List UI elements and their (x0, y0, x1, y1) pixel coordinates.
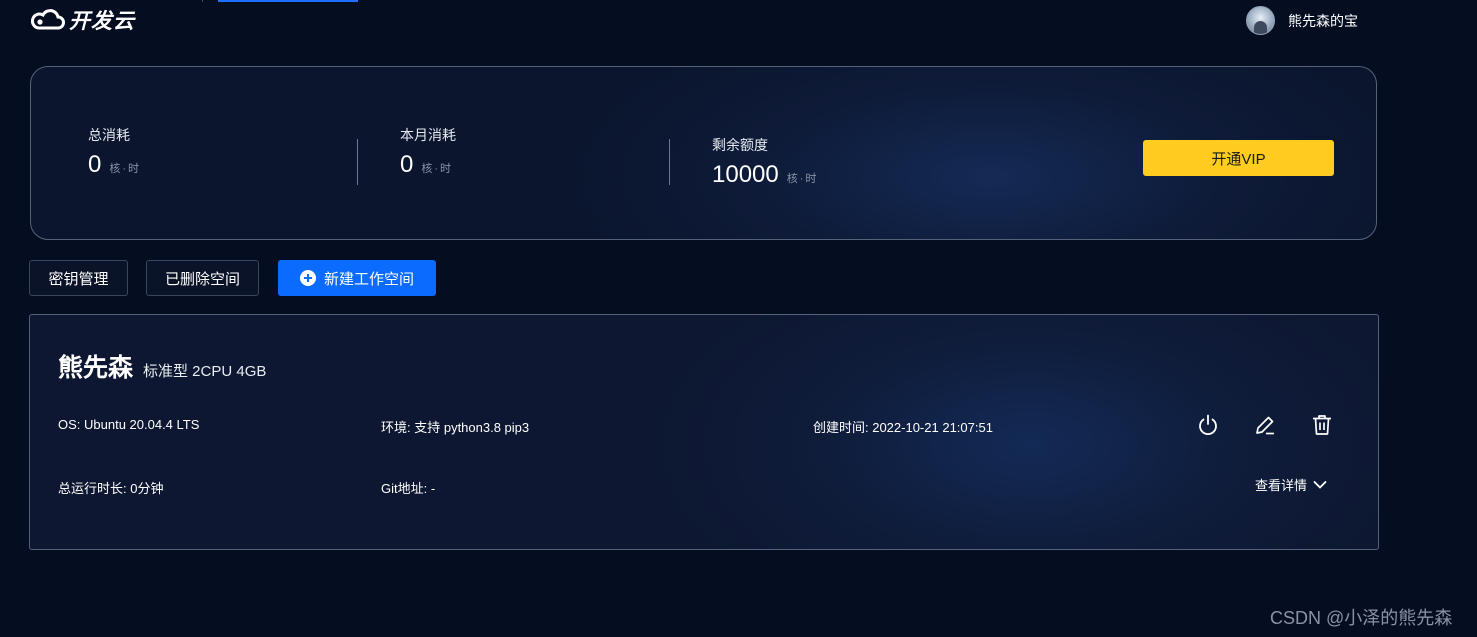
open-vip-button[interactable]: 开通VIP (1143, 140, 1334, 176)
stat-month-value: 0 (400, 151, 414, 178)
page: 开发云 熊先森的宝 总消耗 0 核·时 本月消耗 0 核·时 剩余额度 1000… (0, 0, 1477, 637)
stat-total: 总消耗 0 核·时 (88, 125, 141, 179)
top-divider (202, 0, 203, 2)
stat-total-value: 0 (88, 151, 102, 178)
view-details-link[interactable]: 查看详情 (1255, 475, 1327, 494)
edit-icon[interactable] (1253, 413, 1277, 437)
stat-remaining-value: 10000 (712, 161, 779, 188)
active-tab-indicator (218, 0, 358, 2)
logo-text: 开发云 (69, 9, 135, 33)
chevron-down-icon (1313, 480, 1327, 489)
plus-circle-icon (299, 270, 316, 286)
logo[interactable]: 开发云 (31, 6, 135, 34)
user-menu[interactable]: 熊先森的宝 (1246, 6, 1358, 35)
stat-remaining-label: 剩余额度 (712, 137, 768, 153)
stat-month: 本月消耗 0 核·时 (400, 125, 456, 179)
new-workspace-label: 新建工作空间 (323, 270, 414, 288)
workspace-runtime: 总运行时长: 0分钟 (58, 481, 164, 496)
workspace-spec: 标准型 2CPU 4GB (143, 363, 267, 380)
workspace-card: 熊先森 标准型 2CPU 4GB OS: Ubuntu 20.04.4 LTS … (29, 314, 1379, 550)
delete-icon[interactable] (1310, 413, 1334, 437)
scrollbar-gutter (1462, 0, 1477, 637)
stat-divider (357, 139, 358, 185)
stat-remaining-unit: 核·时 (786, 173, 819, 185)
user-name[interactable]: 熊先森的宝 (1288, 11, 1358, 31)
stat-total-label: 总消耗 (88, 127, 130, 143)
stat-month-unit: 核·时 (421, 163, 454, 175)
workspace-created: 创建时间: 2022-10-21 21:07:51 (813, 420, 993, 435)
stat-total-unit: 核·时 (109, 163, 142, 175)
stat-divider (669, 139, 670, 185)
avatar[interactable] (1246, 6, 1275, 35)
power-icon[interactable] (1196, 413, 1220, 437)
cloud-logo-icon (31, 9, 65, 30)
new-workspace-button[interactable]: 新建工作空间 (278, 260, 436, 296)
view-details-label: 查看详情 (1255, 478, 1308, 493)
stat-month-label: 本月消耗 (400, 127, 456, 143)
workspace-git: Git地址: - (381, 481, 436, 496)
workspace-actions (1196, 413, 1334, 437)
watermark: CSDN @小泽的熊先森 (1270, 608, 1453, 628)
workspace-title: 熊先森 标准型 2CPU 4GB (58, 348, 266, 384)
key-manage-button[interactable]: 密钥管理 (29, 260, 128, 296)
workspace-os: OS: Ubuntu 20.04.4 LTS (58, 417, 200, 432)
usage-stats-card: 总消耗 0 核·时 本月消耗 0 核·时 剩余额度 10000 核·时 开通VI… (30, 66, 1377, 240)
workspace-name: 熊先森 (58, 354, 134, 382)
deleted-spaces-button[interactable]: 已删除空间 (146, 260, 259, 296)
workspace-env: 环境: 支持 python3.8 pip3 (381, 420, 530, 435)
stat-remaining: 剩余额度 10000 核·时 (712, 135, 818, 189)
